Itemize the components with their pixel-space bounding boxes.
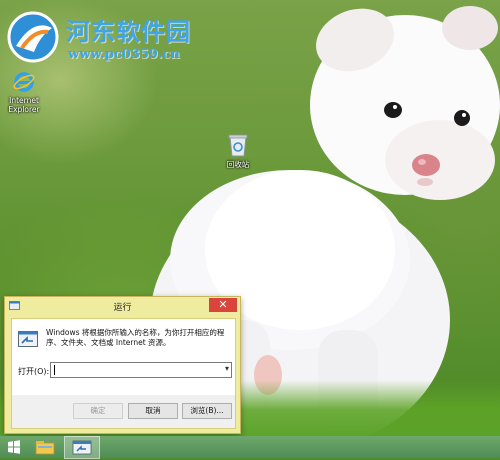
run-dialog: 运行 ✕ Windows 将根据你所输入的名称，为你打开相应的程序、文件夹、文档… xyxy=(4,296,241,434)
taskbar-file-explorer[interactable] xyxy=(34,437,56,457)
watermark-logo-icon xyxy=(7,11,59,63)
desktop-icon-internet-explorer[interactable]: Internet Explorer xyxy=(2,70,46,114)
cancel-button[interactable]: 取消 xyxy=(128,403,178,419)
windows-logo-icon xyxy=(8,440,20,454)
desktop-icon-label: 回收站 xyxy=(226,160,250,169)
run-program-icon xyxy=(18,331,38,347)
desktop-icon-recycle-bin[interactable]: 回收站 xyxy=(220,132,256,169)
run-description: Windows 将根据你所输入的名称，为你打开相应的程序、文件夹、文档或 Int… xyxy=(46,328,225,347)
desktop-icon-label: Explorer xyxy=(8,105,40,114)
watermark-url: www.pc0359.cn xyxy=(68,47,180,62)
start-button[interactable] xyxy=(4,437,24,457)
run-dialog-body: Windows 将根据你所输入的名称，为你打开相应的程序、文件夹、文档或 Int… xyxy=(11,318,236,429)
watermark-title: 河东软件园 xyxy=(66,17,191,46)
chevron-down-icon[interactable]: ▾ xyxy=(225,364,229,373)
run-dialog-footer: 确定 取消 浏览(B)... xyxy=(12,395,235,428)
run-icon xyxy=(72,440,92,455)
recycle-bin-icon xyxy=(228,134,248,157)
internet-explorer-icon xyxy=(13,72,35,92)
browse-button[interactable]: 浏览(B)... xyxy=(182,403,232,419)
taskbar xyxy=(0,436,500,459)
text-caret xyxy=(54,365,55,375)
run-dialog-title: 运行 xyxy=(113,303,132,313)
desktop-icon-label: Internet xyxy=(9,96,39,105)
ok-button[interactable]: 确定 xyxy=(73,403,123,419)
close-icon: ✕ xyxy=(218,298,228,311)
file-explorer-icon xyxy=(35,441,55,455)
open-input[interactable]: ▾ xyxy=(50,362,232,378)
open-label: 打开(O): xyxy=(18,367,50,376)
run-dialog-titlebar[interactable]: 运行 ✕ xyxy=(5,297,240,315)
taskbar-run[interactable] xyxy=(64,436,100,459)
close-button[interactable]: ✕ xyxy=(209,298,237,312)
